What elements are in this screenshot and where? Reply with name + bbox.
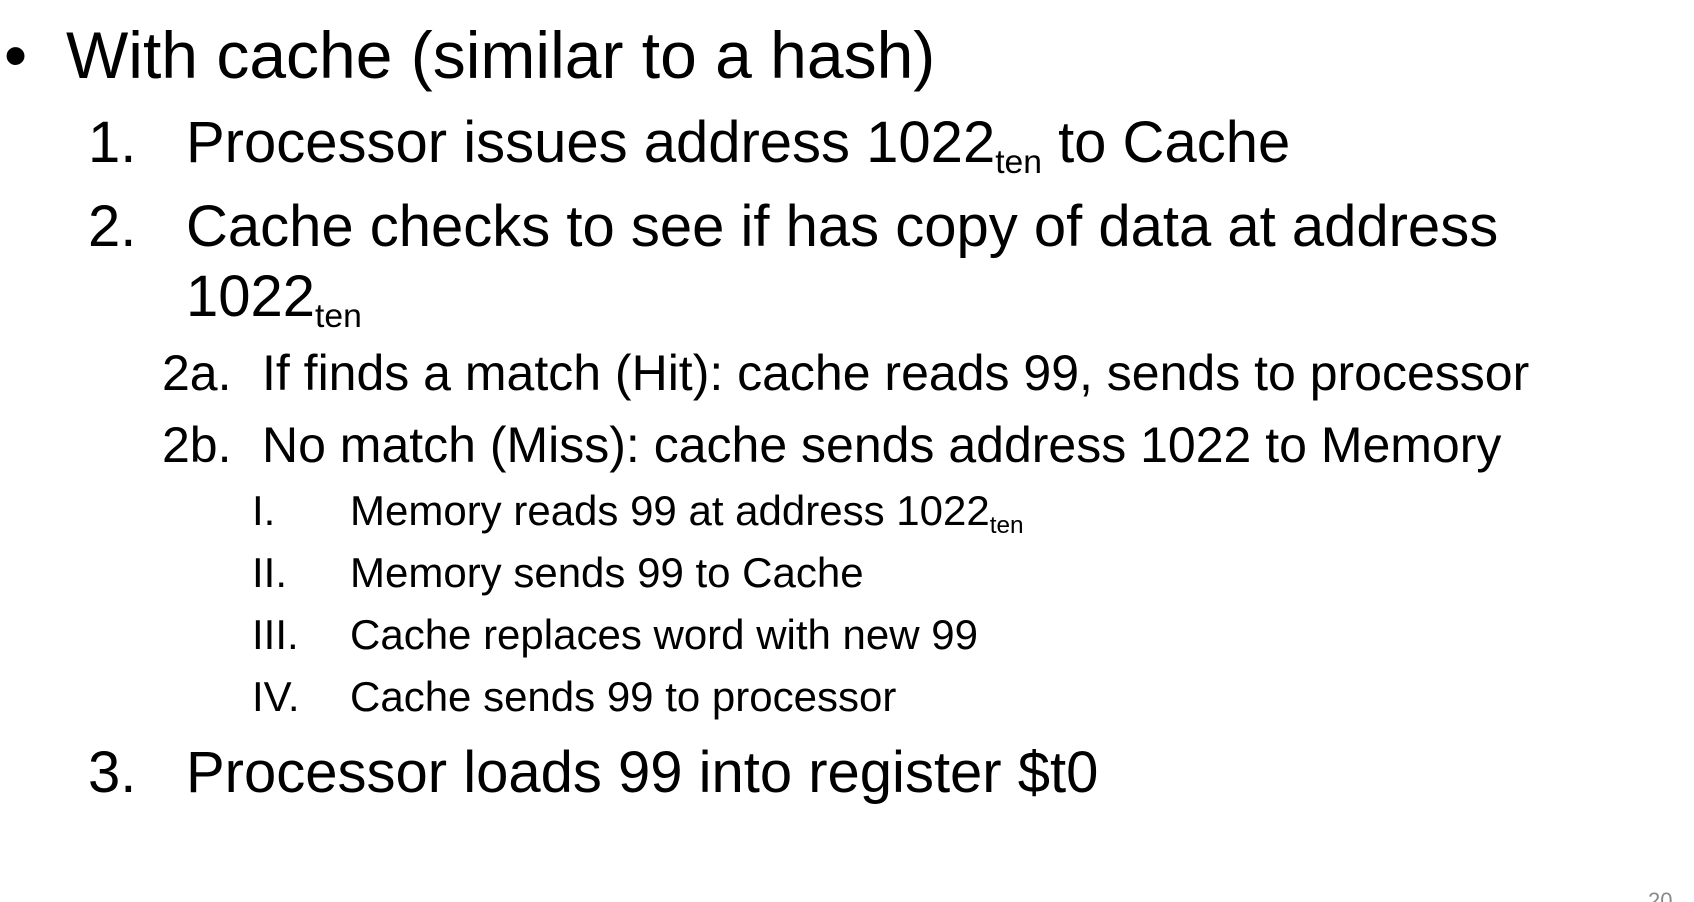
step-text-main: Processor issues address 1022 bbox=[186, 110, 996, 175]
miss-step-text: Memory reads 99 at address 1022ten bbox=[350, 487, 1024, 538]
step-text: Cache checks to see if has copy of data … bbox=[186, 194, 1499, 259]
bullet-marker: • bbox=[4, 18, 28, 92]
step-3: 3. Processor loads 99 into register $t0 bbox=[0, 744, 1694, 812]
substep-2a: 2a. If finds a match (Hit): cache reads … bbox=[0, 348, 1694, 406]
substep-text: If finds a match (Hit): cache reads 99, … bbox=[262, 345, 1530, 401]
step-marker: 1. bbox=[88, 110, 137, 175]
miss-step-marker: I. bbox=[252, 487, 276, 534]
miss-step-text-main: Memory reads 99 at address 1022 bbox=[350, 487, 990, 534]
miss-step-marker: III. bbox=[252, 611, 299, 658]
slide: , • With cache (similar to a hash) 1. Pr… bbox=[0, 0, 1694, 902]
page-number: 20 bbox=[1648, 890, 1672, 902]
step-text-after: to Cache bbox=[1041, 110, 1291, 175]
subscript-ten: ten bbox=[315, 297, 362, 335]
bullet-with-cache: • With cache (similar to a hash) bbox=[0, 22, 1694, 92]
miss-step-marker: IV. bbox=[252, 673, 300, 720]
bullet-text: With cache (similar to a hash) bbox=[66, 18, 936, 92]
miss-step-4: IV. Cache sends 99 to processor bbox=[0, 676, 1694, 726]
partial-previous-text: , bbox=[690, 0, 730, 2]
step-text: Processor loads 99 into register $t0 bbox=[186, 740, 1099, 805]
miss-step-text: Cache replaces word with new 99 bbox=[350, 611, 978, 658]
miss-step-3: III. Cache replaces word with new 99 bbox=[0, 614, 1694, 664]
miss-step-2: II. Memory sends 99 to Cache bbox=[0, 552, 1694, 602]
miss-step-text: Memory sends 99 to Cache bbox=[350, 549, 864, 596]
subscript-ten: ten bbox=[995, 143, 1042, 181]
substep-2b: 2b. No match (Miss): cache sends address… bbox=[0, 420, 1694, 478]
miss-step-text: Cache sends 99 to processor bbox=[350, 673, 897, 720]
miss-step-1: I. Memory reads 99 at address 1022ten bbox=[0, 490, 1694, 544]
step-2-continuation: 1022ten bbox=[0, 268, 1694, 338]
substep-marker: 2a. bbox=[162, 345, 232, 401]
step-text: Processor issues address 1022ten to Cach… bbox=[186, 114, 1290, 180]
miss-step-marker: II. bbox=[252, 549, 288, 596]
step-2: 2. Cache checks to see if has copy of da… bbox=[0, 198, 1694, 262]
step-marker: 2. bbox=[88, 194, 137, 259]
substep-marker: 2b. bbox=[162, 417, 232, 473]
step-marker: 3. bbox=[88, 740, 137, 805]
substep-text: No match (Miss): cache sends address 102… bbox=[262, 417, 1502, 473]
step-text-main: 1022 bbox=[186, 264, 316, 329]
subscript-ten: ten bbox=[989, 511, 1024, 539]
step-1: 1. Processor issues address 1022ten to C… bbox=[0, 114, 1694, 184]
step-text: 1022ten bbox=[186, 268, 362, 334]
